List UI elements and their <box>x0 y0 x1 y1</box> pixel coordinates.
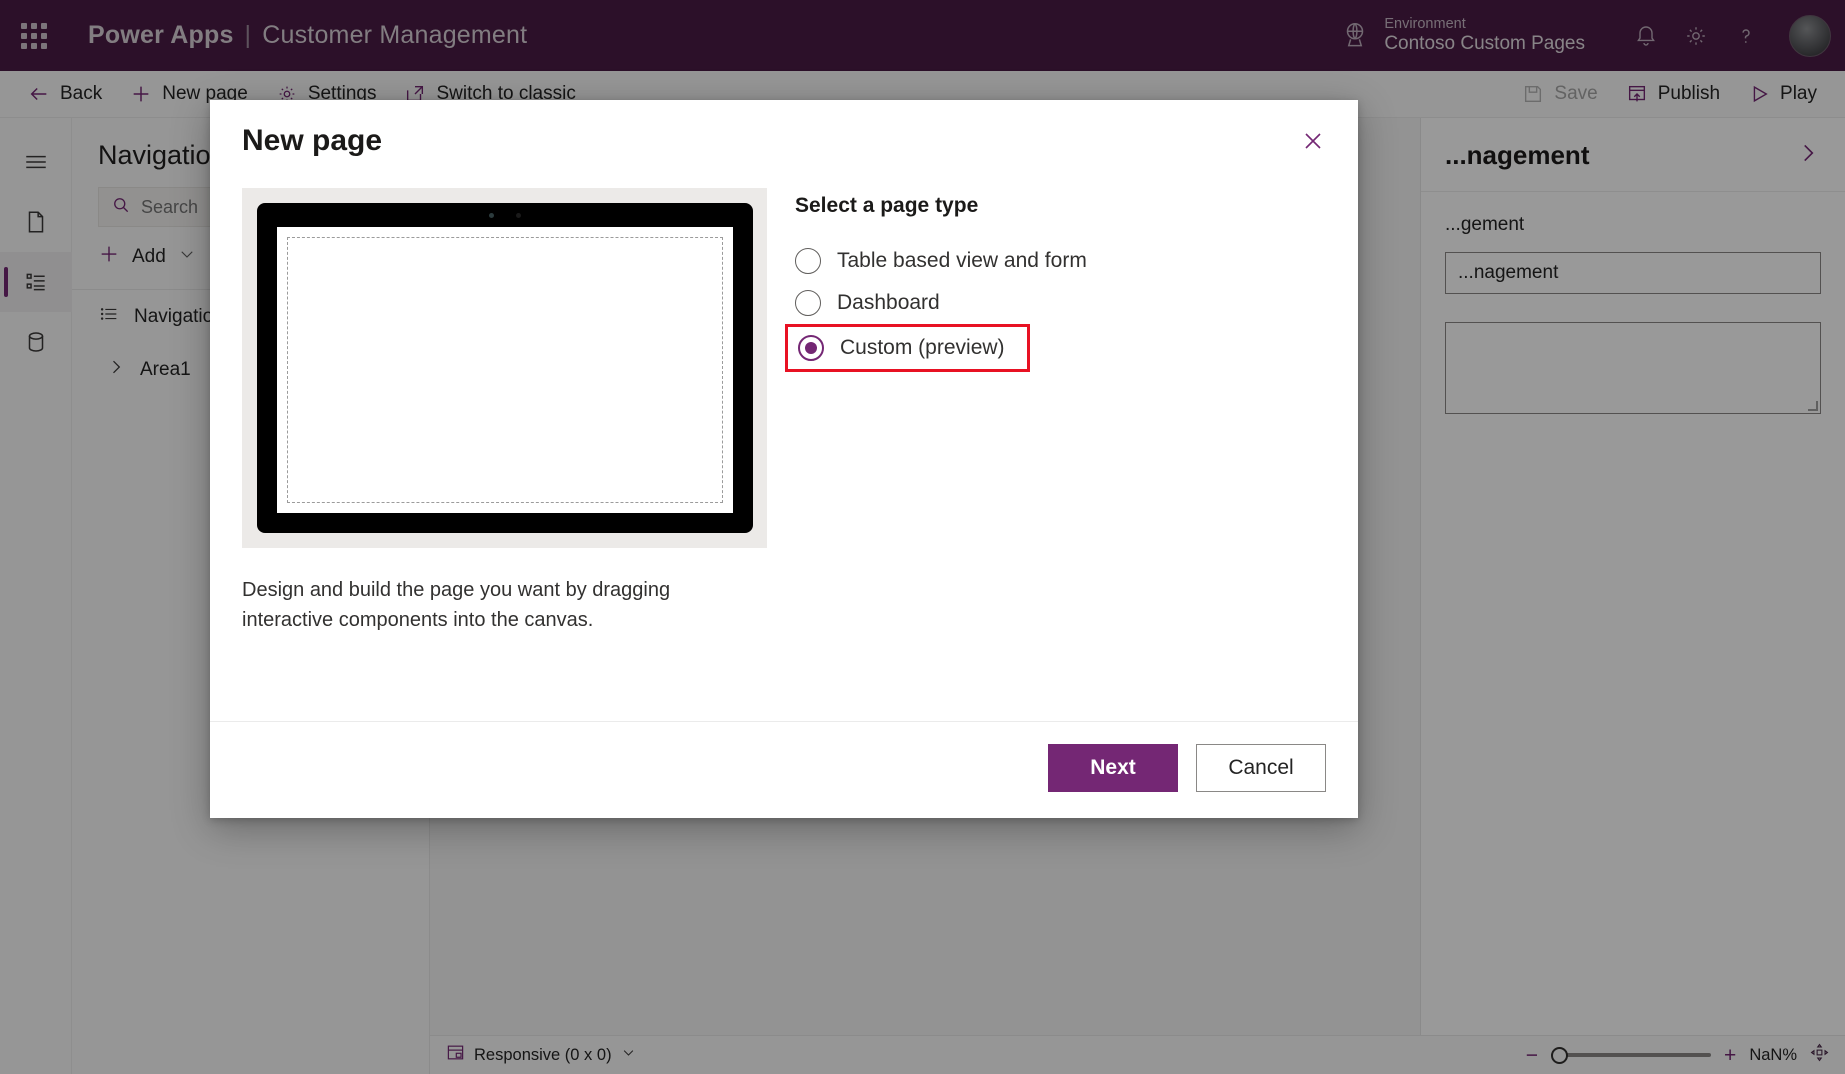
dialog-header: New page <box>210 100 1358 158</box>
radio-label: Dashboard <box>837 291 940 314</box>
radio-option-dashboard[interactable]: Dashboard <box>785 282 950 324</box>
power-apps-window: Power Apps | Customer Management Environme… <box>0 0 1845 1074</box>
page-type-preview: Design and build the page you want by dr… <box>242 188 767 721</box>
radio-option-table-based-view-and-form[interactable]: Table based view and form <box>785 240 1097 282</box>
device-camera <box>488 213 521 218</box>
radio-label: Table based view and form <box>837 249 1087 272</box>
radio-indicator[interactable] <box>798 335 824 361</box>
radio-option-custom-preview[interactable]: Custom (preview) <box>785 324 1030 372</box>
dialog-title: New page <box>242 124 383 157</box>
cancel-button[interactable]: Cancel <box>1196 744 1326 792</box>
page-type-options: Select a page type Table based view and … <box>785 188 1326 721</box>
radio-indicator[interactable] <box>795 290 821 316</box>
device-illustration <box>242 188 767 548</box>
dialog-footer: Next Cancel <box>210 721 1358 818</box>
device-bezel <box>256 203 753 533</box>
next-button[interactable]: Next <box>1048 744 1178 792</box>
close-icon[interactable] <box>1296 124 1330 158</box>
device-canvas-outline <box>286 237 723 503</box>
page-type-heading: Select a page type <box>795 194 979 217</box>
radio-indicator[interactable] <box>795 248 821 274</box>
device-screen <box>276 227 733 513</box>
dialog-body: Design and build the page you want by dr… <box>210 158 1358 721</box>
new-page-dialog: New page Design and build the page you w… <box>210 100 1358 818</box>
radio-label: Custom (preview) <box>840 336 1005 359</box>
page-type-description: Design and build the page you want by dr… <box>242 579 671 631</box>
